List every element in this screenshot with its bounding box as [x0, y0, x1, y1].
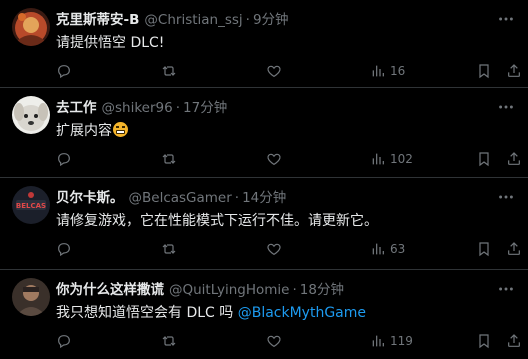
like-button[interactable]	[266, 150, 282, 168]
views-icon	[372, 153, 384, 165]
user-handle[interactable]: @Christian_ssj	[144, 10, 242, 30]
display-name[interactable]: 贝尔卡斯。	[56, 188, 124, 208]
share-button[interactable]	[506, 332, 522, 350]
reply-icon	[58, 153, 70, 167]
reply-header: 你为什么这样撒谎 @QuitLyingHomie · 18分钟	[56, 280, 344, 300]
bookmark-icon	[479, 242, 489, 257]
views-button[interactable]: 16	[370, 62, 405, 80]
like-icon	[267, 335, 281, 348]
views-icon	[372, 335, 384, 347]
views-count: 119	[390, 334, 413, 348]
svg-text:BELCAS: BELCAS	[16, 202, 46, 210]
timestamp[interactable]: 9分钟	[253, 10, 289, 30]
reply-button[interactable]	[56, 150, 72, 168]
like-button[interactable]	[266, 332, 282, 350]
share-button[interactable]	[506, 240, 522, 258]
share-icon	[508, 64, 520, 77]
share-icon	[508, 334, 520, 347]
avatar[interactable]	[12, 96, 50, 134]
avatar[interactable]: BELCAS	[12, 186, 50, 224]
avatar[interactable]	[12, 278, 50, 316]
timestamp[interactable]: 18分钟	[300, 280, 344, 300]
reply-header: 去工作 @shiker96 · 17分钟	[56, 98, 227, 118]
user-handle[interactable]: @QuitLyingHomie	[169, 280, 290, 300]
timestamp[interactable]: 14分钟	[242, 188, 286, 208]
views-count: 63	[390, 242, 406, 256]
more-icon[interactable]	[496, 280, 516, 300]
reply-icon	[58, 243, 70, 257]
share-button[interactable]	[506, 62, 522, 80]
bookmark-button[interactable]	[476, 332, 492, 350]
reply-text: 请提供悟空 DLC!	[56, 35, 165, 51]
bookmark-icon	[479, 152, 489, 167]
views-button[interactable]: 63	[370, 240, 405, 258]
reply-item[interactable]: 去工作 @shiker96 · 17分钟 扩展内容 102	[0, 88, 528, 178]
more-icon[interactable]	[496, 188, 516, 208]
views-button[interactable]: 119	[370, 332, 413, 350]
display-name[interactable]: 你为什么这样撒谎	[56, 280, 164, 300]
views-icon	[372, 65, 384, 77]
retweet-button[interactable]	[161, 62, 177, 80]
reply-button[interactable]	[56, 332, 72, 350]
separator-dot: ·	[234, 190, 240, 206]
reply-button[interactable]	[56, 240, 72, 258]
grimacing-face-emoji-icon	[113, 122, 128, 137]
action-bar: 102	[56, 150, 520, 170]
more-icon[interactable]	[496, 10, 516, 30]
share-icon	[508, 242, 520, 255]
retweet-icon	[162, 336, 176, 346]
user-handle[interactable]: @shiker96	[102, 98, 173, 118]
user-handle[interactable]: @BelcasGamer	[129, 188, 232, 208]
retweet-button[interactable]	[161, 150, 177, 168]
reply-icon	[58, 65, 70, 79]
reply-text-body: 扩展内容	[56, 123, 112, 139]
reply-header: 贝尔卡斯。 @BelcasGamer · 14分钟	[56, 188, 286, 208]
display-name[interactable]: 克里斯蒂安-B	[56, 10, 139, 30]
separator-dot: ·	[292, 282, 297, 298]
views-count: 16	[390, 64, 406, 78]
like-icon	[267, 153, 281, 166]
bookmark-button[interactable]	[476, 150, 492, 168]
more-icon[interactable]	[496, 98, 516, 118]
bookmark-button[interactable]	[476, 240, 492, 258]
retweet-button[interactable]	[161, 332, 177, 350]
reply-text: 我只想知道悟空会有 DLC 吗 @BlackMythGame	[56, 303, 366, 323]
action-bar: 63	[56, 240, 520, 260]
reply-icon	[58, 335, 70, 349]
reply-text: 请修复游戏，它在性能模式下运行不佳。请更新它。	[56, 213, 378, 229]
reply-item[interactable]: 克里斯蒂安-B @Christian_ssj · 9分钟 请提供悟空 DLC! …	[0, 0, 528, 88]
bookmark-icon	[479, 64, 489, 79]
mention-link[interactable]: @BlackMythGame	[238, 305, 366, 321]
reply-item[interactable]: BELCAS 贝尔卡斯。 @BelcasGamer · 14分钟 请修复游戏，它…	[0, 178, 528, 270]
reply-button[interactable]	[56, 62, 72, 80]
display-name[interactable]: 去工作	[56, 98, 97, 118]
like-button[interactable]	[266, 62, 282, 80]
bookmark-button[interactable]	[476, 62, 492, 80]
reply-text-body: 我只想知道悟空会有 DLC 吗	[56, 305, 234, 321]
action-bar: 119	[56, 332, 520, 352]
views-count: 102	[390, 152, 413, 166]
reply-item[interactable]: 你为什么这样撒谎 @QuitLyingHomie · 18分钟 我只想知道悟空会…	[0, 270, 528, 359]
reply-header: 克里斯蒂安-B @Christian_ssj · 9分钟	[56, 10, 289, 30]
share-icon	[508, 152, 520, 165]
retweet-icon	[162, 154, 176, 164]
retweet-icon	[162, 66, 176, 76]
reply-text: 扩展内容	[56, 121, 128, 141]
like-icon	[267, 65, 281, 78]
like-icon	[267, 243, 281, 256]
views-icon	[372, 243, 384, 255]
bookmark-icon	[479, 334, 489, 349]
separator-dot: ·	[245, 12, 250, 28]
retweet-icon	[162, 244, 176, 254]
share-button[interactable]	[506, 150, 522, 168]
timestamp[interactable]: 17分钟	[183, 98, 227, 118]
views-button[interactable]: 102	[370, 150, 413, 168]
like-button[interactable]	[266, 240, 282, 258]
action-bar: 16	[56, 62, 520, 82]
avatar[interactable]	[12, 8, 50, 46]
retweet-button[interactable]	[161, 240, 177, 258]
separator-dot: ·	[175, 100, 181, 116]
